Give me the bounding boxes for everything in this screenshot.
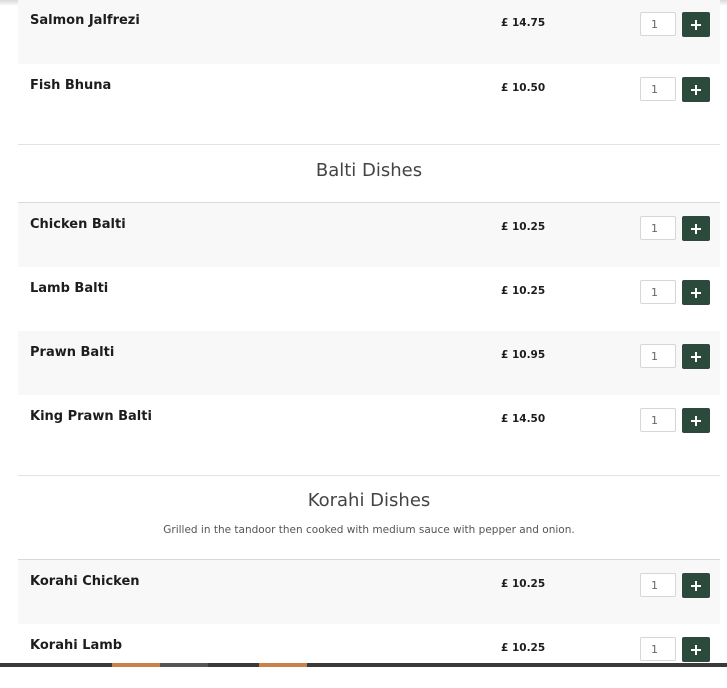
add-to-order-button[interactable] [682,280,710,305]
add-to-order-button[interactable] [682,77,710,102]
item-name: Korahi Chicken [30,574,140,589]
section-header-balti: Balti Dishes [18,144,720,203]
plus-icon [691,223,701,234]
menu-item: Prawn Balti £ 10.95 [18,331,720,395]
quantity-input[interactable] [640,573,676,597]
item-price: £ 10.25 [501,221,546,233]
quantity-input[interactable] [640,408,676,432]
item-name: Korahi Lamb [30,638,123,653]
add-to-order-button[interactable] [682,12,710,37]
add-to-order-button[interactable] [682,216,710,241]
section-title: Korahi Dishes [307,490,431,511]
item-name: King Prawn Balti [30,409,152,424]
item-name: Salmon Jalfrezi [30,13,140,28]
item-name: Chicken Balti [30,217,126,232]
menu-item: Korahi Chicken £ 10.25 [18,560,720,624]
item-price: £ 10.25 [501,642,546,654]
section-header-korahi: Korahi Dishes Grilled in the tandoor the… [18,475,720,560]
quantity-input[interactable] [640,12,676,36]
plus-icon [691,351,701,362]
plus-icon [691,19,701,30]
plus-icon [691,84,701,95]
item-price: £ 14.50 [501,413,546,425]
section-description: Grilled in the tandoor then cooked with … [163,524,575,536]
bottom-bar [0,663,727,667]
add-to-order-button[interactable] [682,344,710,369]
add-to-order-button[interactable] [682,408,710,433]
plus-icon [691,644,701,655]
plus-icon [691,580,701,591]
item-price: £ 10.25 [501,285,546,297]
bottom-bar-accent [259,663,307,667]
plus-icon [691,287,701,298]
bottom-bar-segment [160,663,208,667]
plus-icon [691,415,701,426]
menu-item: Korahi Lamb £ 10.25 [18,624,720,688]
menu-item: Chicken Balti £ 10.25 [18,203,720,267]
item-price: £ 10.25 [501,578,546,590]
quantity-input[interactable] [640,280,676,304]
item-name: Fish Bhuna [30,78,112,93]
quantity-input[interactable] [640,637,676,661]
quantity-input[interactable] [640,77,676,101]
item-price: £ 14.75 [501,17,546,29]
item-price: £ 10.95 [501,349,546,361]
quantity-input[interactable] [640,216,676,240]
item-price: £ 10.50 [501,82,546,94]
add-to-order-button[interactable] [682,573,710,598]
menu-item: King Prawn Balti £ 14.50 [18,395,720,475]
item-name: Lamb Balti [30,281,109,296]
item-name: Prawn Balti [30,345,115,360]
menu-item: Salmon Jalfrezi £ 14.75 [18,0,720,64]
bottom-bar-accent [112,663,160,667]
quantity-input[interactable] [640,344,676,368]
section-title: Balti Dishes [315,160,423,181]
menu-list: Salmon Jalfrezi £ 14.75 Fish Bhuna £ 10.… [18,0,720,688]
menu-item: Fish Bhuna £ 10.50 [18,64,720,144]
menu-item: Lamb Balti £ 10.25 [18,267,720,331]
add-to-order-button[interactable] [682,637,710,662]
